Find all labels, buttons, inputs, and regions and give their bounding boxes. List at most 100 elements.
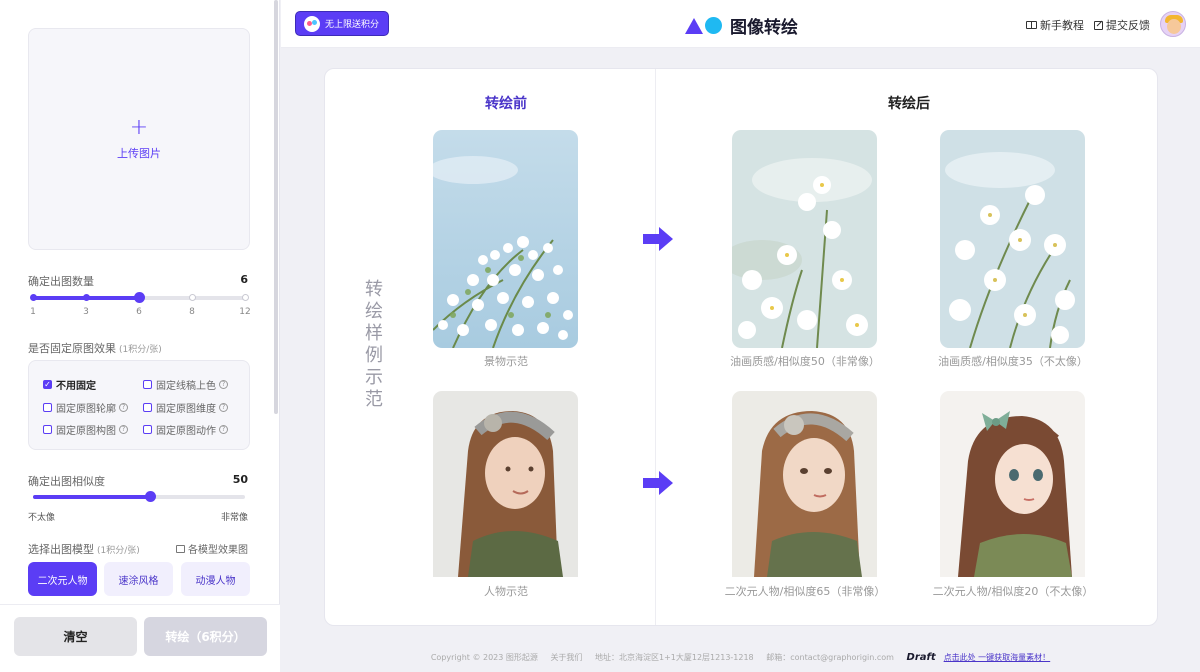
model-title-text: 选择出图模型 — [28, 543, 94, 556]
person-result-image-1 — [732, 391, 877, 609]
model-button-quick-paint[interactable]: 速涂风格 — [104, 562, 173, 596]
fix-title: 是否固定原图效果 (1积分/张) — [28, 340, 162, 356]
fix-option-dimension[interactable]: 固定原图维度? — [143, 400, 228, 415]
checkbox[interactable] — [143, 380, 152, 389]
count-slider-stop[interactable] — [30, 294, 37, 301]
help-icon[interactable]: ? — [219, 380, 228, 389]
checkbox[interactable] — [143, 425, 152, 434]
count-value: 6 — [240, 273, 248, 286]
count-tick: 1 — [30, 307, 36, 317]
page-footer: Copyright © 2023 图形起源 关于我们 地址：北京海淀区1+1大厦… — [281, 652, 1200, 663]
model-effect-label: 各模型效果图 — [188, 545, 248, 556]
free-points-label: 无上限送积分 — [325, 20, 380, 30]
similarity-right-label: 非常像 — [220, 513, 248, 523]
fix-option-lineart[interactable]: 固定线稿上色? — [143, 377, 228, 392]
scene-result-caption-1: 油画质感/相似度50（非常像） — [730, 355, 880, 368]
fix-options-panel: 不用固定 固定线稿上色? 固定原图轮廓? 固定原图维度? 固定原图构图? 固定原… — [28, 360, 250, 450]
model-button-anime-person[interactable]: 二次元人物 — [28, 562, 97, 596]
person-result-caption-2: 二次元人物/相似度20（不太像） — [932, 585, 1094, 598]
scene-result-image-1 — [732, 130, 877, 348]
help-icon[interactable]: ? — [119, 403, 128, 412]
person-example-caption: 人物示范 — [484, 585, 528, 598]
promo-link[interactable]: 点击此处 一键获取海量素材！ — [944, 653, 1051, 662]
count-slider-stop[interactable] — [189, 294, 196, 301]
column-divider — [655, 69, 656, 625]
gift-icon — [304, 15, 320, 32]
avatar[interactable] — [1160, 11, 1186, 37]
similarity-slider[interactable] — [33, 491, 245, 502]
top-header: 无上限送积分 图像转绘 新手教程 提交反馈 — [281, 0, 1200, 48]
upload-image-area[interactable]: + 上传图片 — [28, 28, 250, 250]
edit-icon — [1094, 20, 1103, 30]
sidebar-scrollbar[interactable] — [274, 0, 278, 414]
arrow-right-icon — [643, 471, 673, 495]
fix-title-text: 是否固定原图效果 — [28, 342, 116, 355]
similarity-value: 50 — [232, 473, 248, 486]
fix-option-composition[interactable]: 固定原图构图? — [43, 422, 128, 437]
count-tick: 12 — [239, 307, 251, 317]
help-icon[interactable]: ? — [219, 403, 228, 412]
scene-example-image — [433, 130, 578, 348]
fix-cost: (1积分/张) — [119, 345, 162, 355]
count-tick: 3 — [83, 307, 89, 317]
scene-result-caption-2: 油画质感/相似度35（不太像） — [938, 355, 1088, 368]
fix-option-label: 固定线稿上色 — [156, 381, 216, 392]
count-slider[interactable] — [30, 292, 249, 303]
example-card: 转绘前 转绘后 转绘样例示范 景物示范 油画质感/相似度50（非常像） 油画质感… — [324, 68, 1158, 626]
count-tick: 6 — [136, 307, 142, 317]
upload-label: 上传图片 — [117, 147, 161, 160]
feedback-label: 提交反馈 — [1106, 19, 1150, 32]
model-cost: (1积分/张) — [97, 546, 140, 556]
copyright-text: Copyright © 2023 图形起源 — [430, 653, 538, 662]
scene-result-image-2 — [940, 130, 1085, 348]
help-icon[interactable]: ? — [219, 425, 228, 434]
model-title: 选择出图模型 (1积分/张) — [28, 541, 140, 557]
help-icon[interactable]: ? — [119, 425, 128, 434]
fix-option-label: 固定原图维度 — [156, 404, 216, 415]
model-button-cartoon-person[interactable]: 动漫人物 — [181, 562, 250, 596]
logo-mark-icon — [685, 16, 723, 36]
person-result-caption-1: 二次元人物/相似度65（非常像） — [724, 585, 886, 598]
plus-icon: + — [129, 115, 149, 140]
count-slider-stop[interactable] — [83, 294, 90, 301]
clear-button[interactable]: 清空 — [14, 617, 137, 656]
tutorial-link[interactable]: 新手教程 — [1026, 17, 1084, 33]
app-logo: 图像转绘 — [685, 13, 798, 38]
count-tick: 8 — [189, 307, 195, 317]
scene-example-caption: 景物示范 — [484, 355, 528, 368]
email-text: 邮箱：contact@graphorigin.com — [766, 653, 894, 662]
count-slider-thumb[interactable] — [134, 292, 145, 303]
after-title: 转绘后 — [888, 96, 930, 112]
free-points-button[interactable]: 无上限送积分 — [295, 11, 389, 36]
fix-option-label: 固定原图轮廓 — [56, 404, 116, 415]
similarity-slider-thumb[interactable] — [145, 491, 156, 502]
arrow-right-icon — [643, 227, 673, 251]
side-label: 转绘样例示范 — [365, 279, 383, 410]
draft-logo: Draft — [906, 652, 936, 663]
similarity-slider-fill — [33, 495, 150, 499]
checkbox[interactable] — [43, 380, 52, 389]
address-text: 地址：北京海淀区1+1大厦12层1213-1218 — [594, 653, 754, 662]
fix-option-pose[interactable]: 固定原图动作? — [143, 422, 228, 437]
count-slider-stop[interactable] — [242, 294, 249, 301]
checkbox[interactable] — [43, 403, 52, 412]
checkbox[interactable] — [43, 425, 52, 434]
checkbox[interactable] — [143, 403, 152, 412]
sidebar-footer: 清空 转绘（6积分） — [0, 604, 280, 672]
sidebar: + 上传图片 确定出图数量 6 1 3 6 8 12 是否固定原图效果 (1积分/… — [0, 0, 280, 672]
similarity-title: 确定出图相似度 — [28, 475, 105, 488]
model-effect-link[interactable]: 各模型效果图 — [176, 541, 248, 556]
count-title: 确定出图数量 — [28, 275, 94, 288]
tutorial-label: 新手教程 — [1040, 19, 1084, 32]
similarity-left-label: 不太像 — [28, 513, 56, 523]
fix-option-none[interactable]: 不用固定 — [43, 377, 96, 392]
convert-button[interactable]: 转绘（6积分） — [144, 617, 267, 656]
person-result-image-2 — [940, 391, 1085, 609]
book-icon — [1026, 21, 1037, 29]
fix-option-outline[interactable]: 固定原图轮廓? — [43, 400, 128, 415]
fix-option-label: 固定原图动作 — [156, 426, 216, 437]
fix-option-label: 不用固定 — [56, 381, 96, 392]
about-link[interactable]: 关于我们 — [550, 653, 582, 662]
feedback-link[interactable]: 提交反馈 — [1094, 17, 1150, 33]
image-icon — [176, 544, 185, 553]
